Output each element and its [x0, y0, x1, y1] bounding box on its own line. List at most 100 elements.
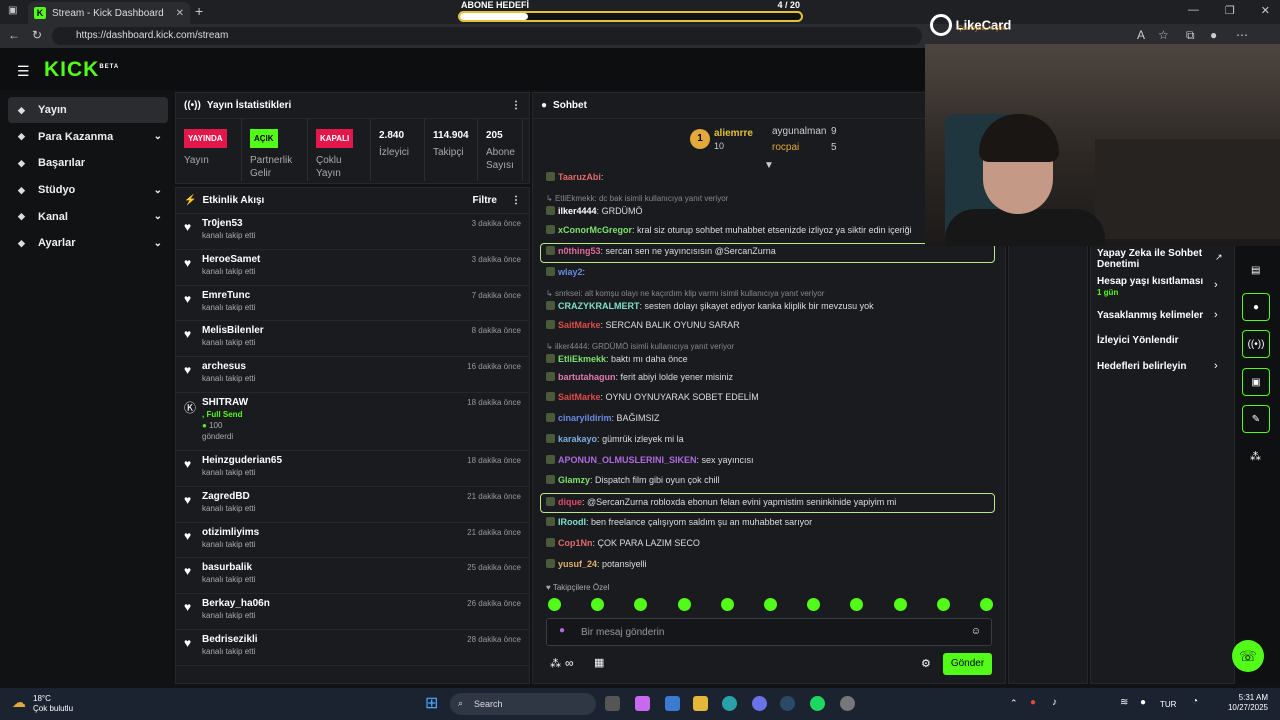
list-item[interactable]: ♥ MelisBilenler kanalı takip etti 8 dakika …	[176, 321, 529, 358]
chat-message[interactable]: wlay2:	[546, 267, 585, 277]
sidebar-item-0[interactable]: ◆ Yayın	[8, 97, 168, 123]
emote-icon[interactable]	[720, 598, 734, 611]
chat-username[interactable]: cinaryildirim	[558, 413, 612, 423]
steam-icon[interactable]	[780, 696, 795, 711]
chat-username[interactable]: ilker4444	[558, 206, 597, 216]
wifi-icon[interactable]: ≋	[1120, 697, 1128, 708]
chevron-right-icon[interactable]: ›	[1214, 279, 1218, 291]
chat-username[interactable]: xConorMcGregor	[558, 225, 632, 235]
sidebar-item-3[interactable]: ◆ Stüdyo ⌄	[8, 177, 168, 203]
chat-username[interactable]: bartutahagun	[558, 372, 616, 382]
close-tab-icon[interactable]: ✕	[176, 8, 184, 19]
close-window-icon[interactable]: ✕	[1261, 4, 1270, 17]
emote-icon[interactable]	[807, 598, 821, 611]
sidebar-item-5[interactable]: ◆ Ayarlar ⌄	[8, 230, 168, 256]
chat-message[interactable]: cinaryildirim: BAĞIMSIZ	[546, 413, 660, 423]
help-button[interactable]: ☏	[1232, 640, 1264, 672]
emote-icon[interactable]	[591, 598, 605, 611]
weather-icon[interactable]: ☁	[12, 694, 26, 711]
chat-tool-button[interactable]: ●	[1242, 293, 1270, 321]
list-item[interactable]: ♥ EmreTunc kanalı takip etti 7 dakika önce	[176, 286, 529, 322]
gifter-2-name[interactable]: aygunalman	[772, 126, 826, 137]
chat-username[interactable]: EtliEkmekk	[558, 354, 606, 364]
chat-message[interactable]: n0thing53: sercan sen ne yayıncısısın @S…	[546, 246, 776, 256]
reply-context[interactable]: ↳ EtliEkmekk: dc bak isimli kullanıcıya …	[546, 194, 728, 203]
connect-icon[interactable]: ⁂	[550, 657, 561, 670]
tray-app-icon[interactable]: ●	[1030, 697, 1036, 708]
chat-message[interactable]: Cop1Nn: ÇOK PARA LAZIM SECO	[546, 538, 700, 548]
chat-message[interactable]: Glamzy: Dispatch film gibi oyun çok chil…	[546, 475, 720, 485]
emote-icon[interactable]	[634, 598, 648, 611]
list-item[interactable]: ♥ basurbalik kanalı takip etti 25 dakika ön…	[176, 558, 529, 595]
discord-icon[interactable]	[752, 696, 767, 711]
emote-icon[interactable]	[893, 598, 907, 611]
chat-message[interactable]: SaitMarke: SERCAN BALIK OYUNU SARAR	[546, 320, 740, 330]
emote-icon[interactable]	[850, 598, 864, 611]
tools-button[interactable]: ✎	[1242, 405, 1270, 433]
sidebar-item-2[interactable]: ◆ Başarılar	[8, 150, 168, 176]
chat-username[interactable]: TaaruzAbi	[558, 172, 601, 182]
viewer-redirect-item[interactable]: İzleyici Yönlendir	[1097, 335, 1179, 346]
chat-message[interactable]: EtliEkmekk: baktı mı daha önce	[546, 354, 688, 364]
chat-username[interactable]: Glamzy	[558, 475, 590, 485]
task-view-icon[interactable]	[605, 696, 620, 711]
banned-words-item[interactable]: Yasaklanmış kelimeler	[1097, 310, 1203, 321]
language-indicator[interactable]: TUR	[1160, 700, 1176, 709]
profile-icon[interactable]: ●	[1210, 28, 1217, 42]
file-explorer-icon[interactable]	[693, 696, 708, 711]
system-clock[interactable]: 5:31 AM 10/27/2025	[1226, 693, 1268, 713]
chat-username[interactable]: CRAZYKRALMERT	[558, 301, 640, 311]
chat-message[interactable]: bartutahagun: ferit abiyi lolde yener mi…	[546, 372, 733, 382]
list-item[interactable]: ♥ Tr0jen53 kanalı takip etti 3 dakika önce	[176, 214, 529, 250]
list-item[interactable]: ♥ HeroeSamet kanalı takip etti 3 dakika önc…	[176, 250, 529, 286]
weather-widget[interactable]: 18°C Çok bulutlu	[33, 694, 73, 714]
chat-message[interactable]: SaitMarke: OYNU OYNUYARAK SOBET EDELİM	[546, 392, 759, 402]
chat-message[interactable]: xConorMcGregor: kral siz oturup sohbet m…	[546, 225, 912, 235]
emoji-icon[interactable]: ☺	[971, 626, 981, 637]
back-icon[interactable]: ←	[8, 28, 20, 42]
set-goals-item[interactable]: Hedefleri belirleyin	[1097, 361, 1186, 372]
copilot-icon[interactable]	[635, 696, 650, 711]
list-item[interactable]: ♥ otizimliyims kanalı takip etti 21 dakika …	[176, 523, 529, 559]
reply-context[interactable]: ↳ snrksei: alt komşu olayı ne kaçırdım k…	[546, 289, 824, 298]
edge-icon[interactable]	[722, 696, 737, 711]
chat-settings-icon[interactable]: ⚙	[921, 657, 931, 670]
chat-username[interactable]: APONUN_OLMUSLERINI_SIKEN	[558, 455, 697, 465]
chat-username[interactable]: SaitMarke	[558, 392, 601, 402]
list-item[interactable]: ♥ Berkay_ha06n kanalı takip etti 26 dakika …	[176, 594, 529, 630]
list-item[interactable]: ♥ Heinzguderian65 kanalı takip etti 18 daki…	[176, 451, 529, 487]
chat-username[interactable]: n0thing53	[558, 246, 601, 256]
mic-tray-icon[interactable]: ●	[1140, 697, 1146, 708]
notification-icon[interactable]: ◔	[1192, 696, 1198, 707]
url-field[interactable]: https://dashboard.kick.com/stream	[52, 27, 922, 45]
taskbar-search[interactable]: ⌕ Search	[450, 693, 596, 715]
chat-message[interactable]: ilker4444: GRDÜMÖ	[546, 206, 643, 216]
list-item[interactable]: ♥ Bedrisezikli kanalı takip etti 28 dakika …	[176, 630, 529, 666]
filter-button[interactable]: Filtre	[473, 195, 497, 206]
chat-message[interactable]: IRoodI: ben freelance çalışıyom saldım ş…	[546, 517, 812, 527]
kick-logo[interactable]: KICKBETA	[44, 58, 119, 82]
collapse-icon[interactable]: ▼	[764, 160, 774, 171]
read-aloud-icon[interactable]: A	[1137, 28, 1145, 42]
new-tab-icon[interactable]: +	[195, 3, 203, 19]
emote-icon[interactable]	[548, 598, 561, 611]
chat-message[interactable]: CRAZYKRALMERT: sesten dolayı şikayet edi…	[546, 301, 874, 311]
chat-message[interactable]: TaaruzAbi:	[546, 172, 603, 182]
store-icon[interactable]	[665, 696, 680, 711]
collections-icon[interactable]: ⧉	[1186, 28, 1195, 43]
minimize-icon[interactable]: —	[1188, 4, 1199, 17]
infinity-icon[interactable]: ∞	[565, 656, 574, 670]
gifter-3-name[interactable]: rocpai	[772, 142, 799, 153]
maximize-icon[interactable]: ❐	[1225, 4, 1235, 17]
list-item[interactable]: ♥ ZagredBD kanalı takip etti 21 dakika önce	[176, 487, 529, 523]
tab-actions-icon[interactable]: ▣	[8, 5, 17, 16]
list-item[interactable]: ♥ archesus kanalı takip etti 16 dakika önce	[176, 357, 529, 393]
chat-input[interactable]: ● Bir mesaj gönderin ☺	[546, 618, 992, 646]
ai-moderation-link[interactable]: Yapay Zeka ile Sohbet Denetimi	[1097, 248, 1207, 270]
list-item[interactable]: Ⓚ SHITRAW, Full Send ● 100 gönderdi 18 dakik…	[176, 393, 529, 451]
apps-icon[interactable]: ⁂	[1250, 450, 1261, 463]
chat-username[interactable]: SaitMarke	[558, 320, 601, 330]
chat-username[interactable]: karakayo	[558, 434, 597, 444]
chat-username[interactable]: yusuf_24	[558, 559, 597, 569]
app-icon[interactable]	[840, 696, 855, 711]
